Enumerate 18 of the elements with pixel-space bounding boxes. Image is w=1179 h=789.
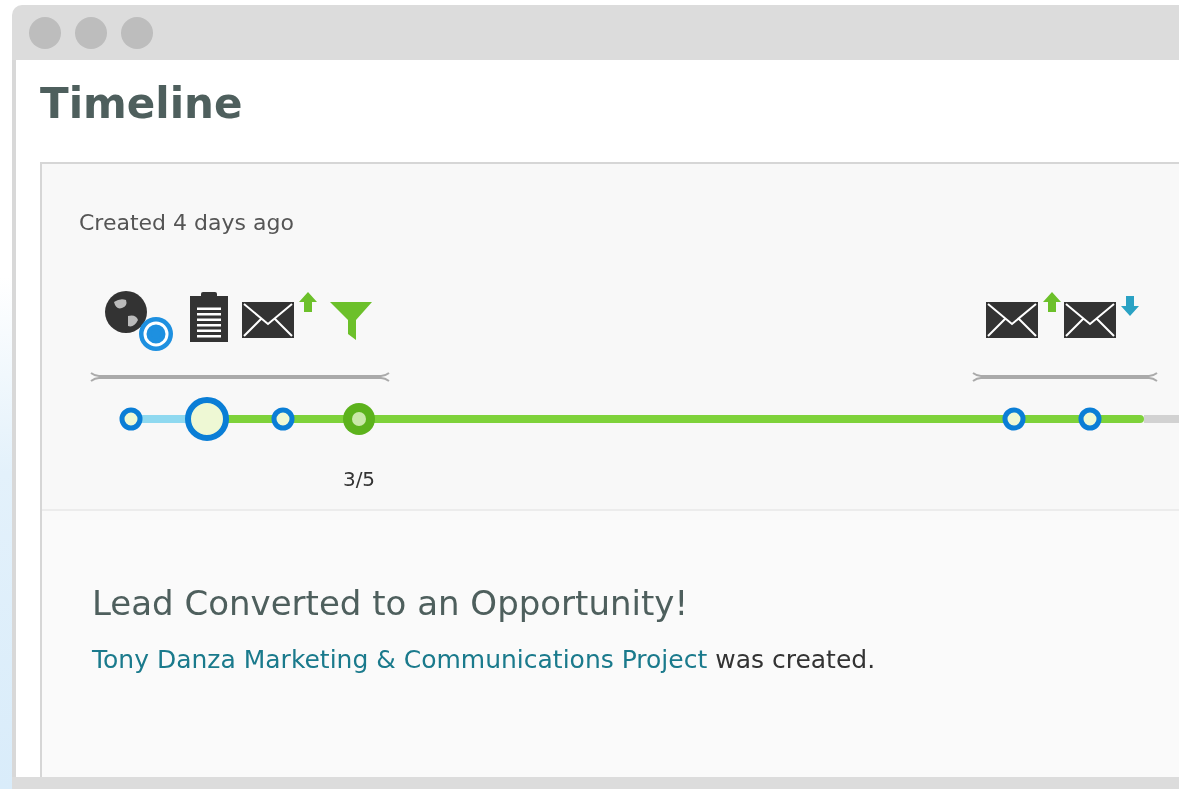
stage-count: 3/5 [342,467,376,491]
timeline-node[interactable] [1078,407,1102,431]
mail-up-arrow-icon [242,292,317,338]
timeline-node[interactable] [185,397,229,441]
timeline-node[interactable] [271,407,295,431]
timeline-node[interactable] [1002,407,1026,431]
page-title: Timeline [40,78,244,130]
mail-down-arrow-icon [1064,296,1139,338]
created-time: Created 4 days ago [79,209,295,237]
mail-up-arrow-icon [986,292,1061,338]
project-link[interactable]: Tony Danza Marketing & Communications Project [92,645,708,674]
clipboard-icon [190,292,228,342]
stage-node[interactable] [343,403,375,435]
funnel-icon [330,302,372,340]
event-description: Tony Danza Marketing & Communications Project was created. [92,644,877,676]
event-title: Lead Converted to an Opportunity! [92,582,690,625]
timeline-node[interactable] [119,407,143,431]
globe-browser-icon [105,291,173,351]
